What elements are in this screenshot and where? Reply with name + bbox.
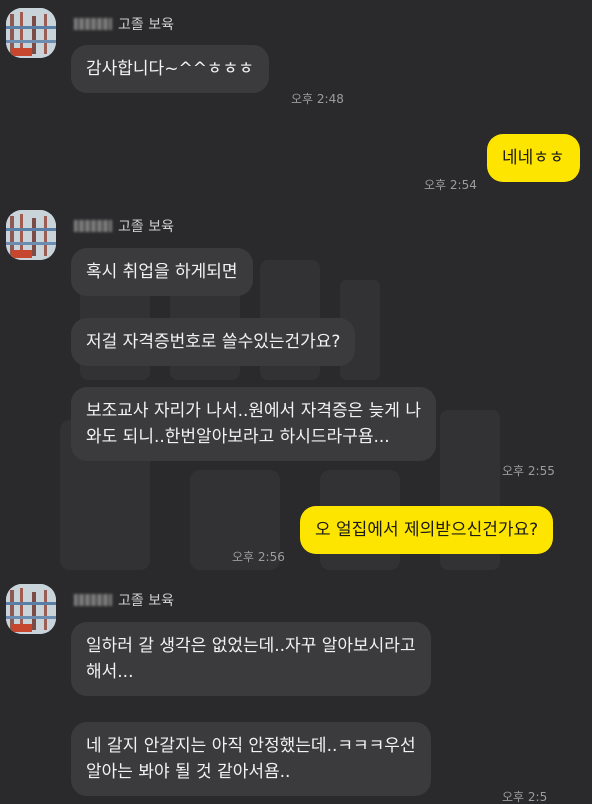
incoming-message-bubble[interactable]: 네 갈지 안갈지는 아직 안정했는데..ㅋㅋㅋ우선 알아는 봐야 될 것 같아서… [71,722,431,796]
sender-name: 고졸 보육 [74,590,174,610]
incoming-message-bubble[interactable]: 보조교사 자리가 나서..원에서 자격증은 늦게 나 와도 되니..한번알아보라… [71,387,436,461]
incoming-message-bubble[interactable]: 감사합니다~^^ㅎㅎㅎ [71,45,269,93]
sender-avatar[interactable] [6,8,56,58]
outgoing-message-bubble[interactable]: 오 얼집에서 제의받으신건가요? [300,506,554,554]
message-timestamp: 오후 2:55 [502,464,555,478]
avatar-photo-icon [6,8,56,58]
blurred-name [74,18,112,30]
sender-name: 고졸 보육 [74,216,174,236]
blurred-name [74,594,112,606]
sender-avatar[interactable] [6,584,56,634]
blurred-name [74,220,112,232]
message-timestamp: 오후 2:56 [232,550,285,564]
outgoing-message-bubble[interactable]: 네네ㅎㅎ [487,134,580,182]
message-timestamp: 오후 2:5 [502,790,548,804]
message-timestamp: 오후 2:48 [291,92,344,106]
message-timestamp: 오후 2:54 [424,178,477,192]
sender-name: 고졸 보육 [74,14,174,34]
avatar-photo-icon [6,210,56,260]
sender-avatar[interactable] [6,210,56,260]
incoming-message-bubble[interactable]: 저걸 자격증번호로 쓸수있는건가요? [71,318,356,366]
avatar-photo-icon [6,584,56,634]
incoming-message-bubble[interactable]: 혹시 취업을 하게되면 [71,248,253,296]
incoming-message-bubble[interactable]: 일하러 갈 생각은 없었는데..자꾸 알아보시라고 해서... [71,622,431,696]
